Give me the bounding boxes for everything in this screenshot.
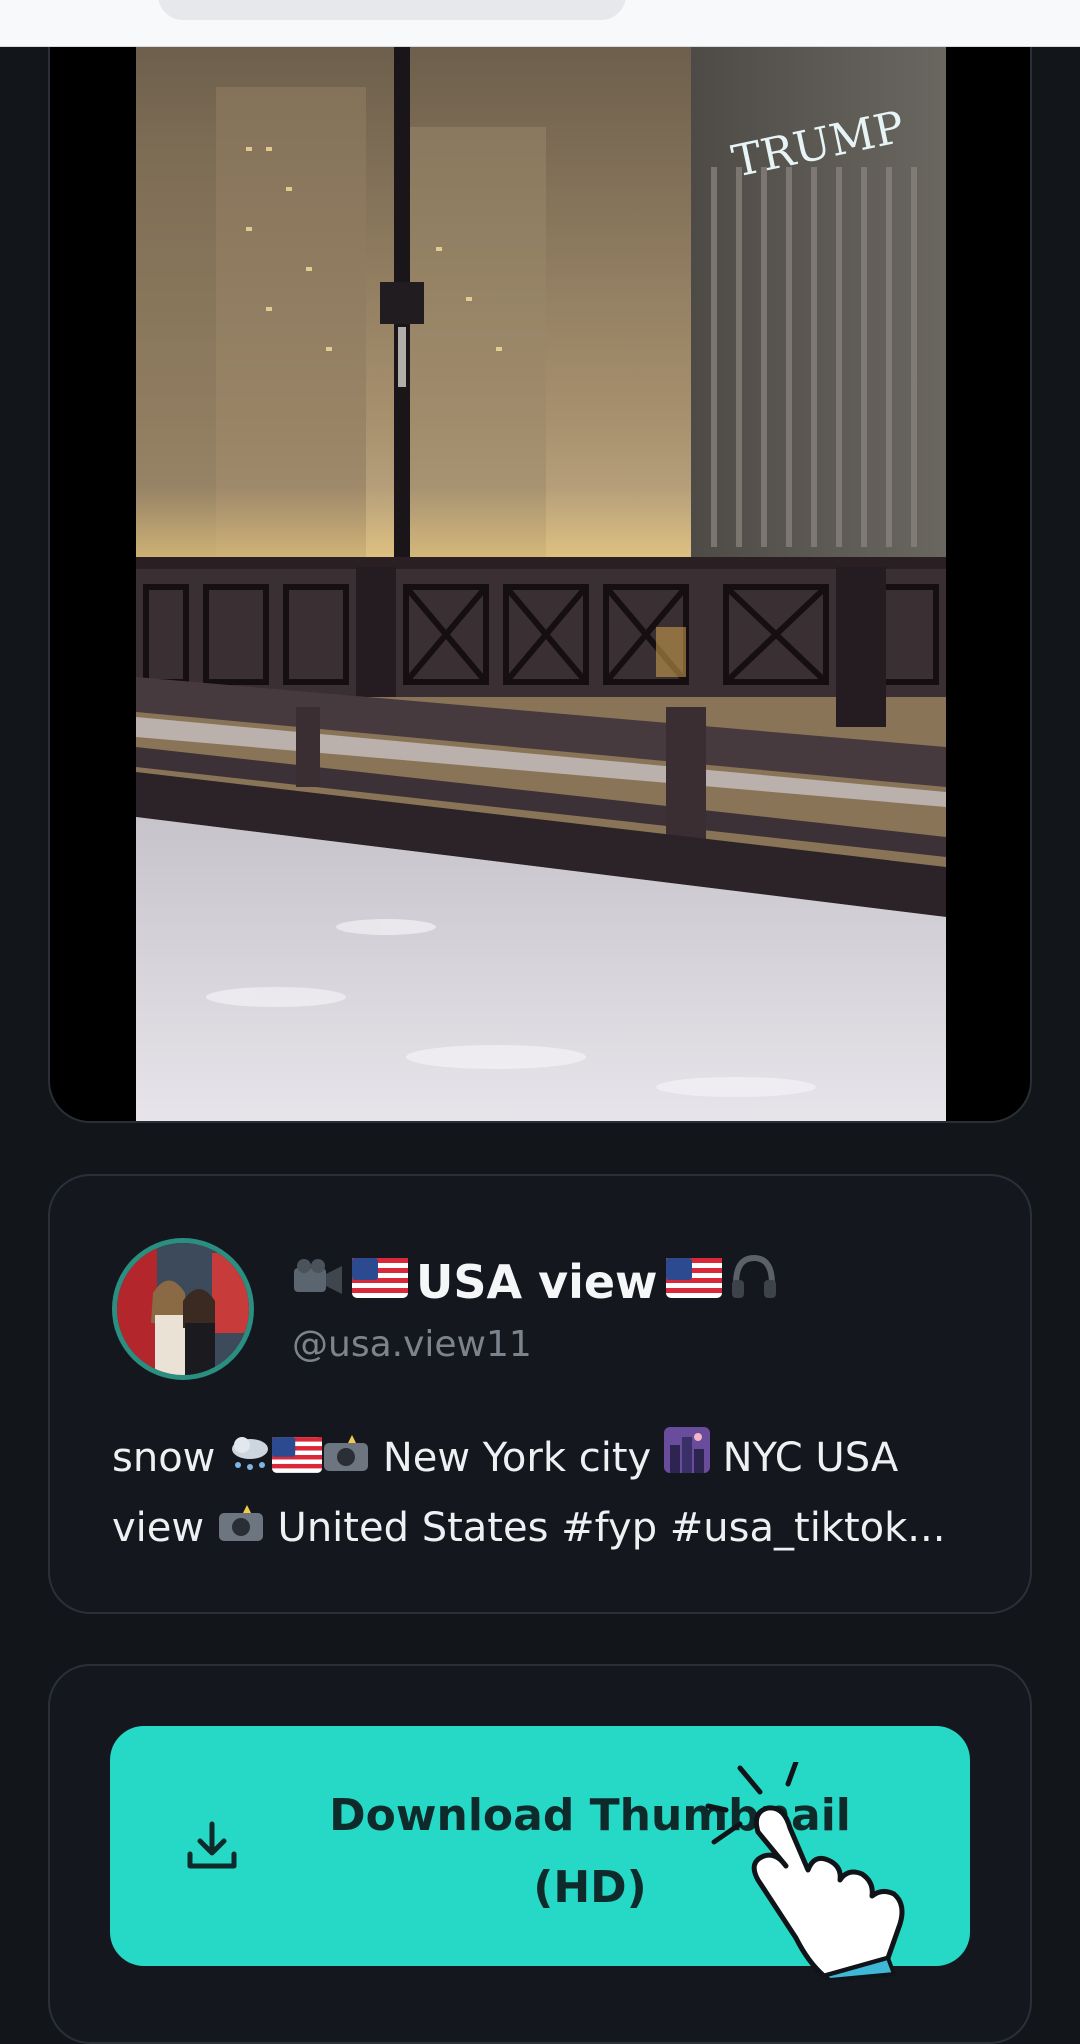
- display-name-row[interactable]: USA view: [292, 1254, 778, 1309]
- display-name: USA view: [416, 1254, 658, 1309]
- thumbnail-image: TRUMP: [136, 47, 946, 1121]
- download-card: Download Thumbnail (HD): [48, 1664, 1032, 2044]
- username[interactable]: @usa.view11: [292, 1324, 532, 1365]
- cityscape-icon: [663, 1426, 710, 1494]
- us-flag-icon: [272, 1426, 323, 1494]
- camera-flash-icon: [322, 1426, 370, 1494]
- headphones-icon: [730, 1254, 778, 1309]
- address-bar[interactable]: [158, 0, 626, 20]
- caption-text: NYC USA: [722, 1435, 899, 1481]
- caption-text: New York city: [382, 1435, 652, 1481]
- video-thumbnail[interactable]: TRUMP: [136, 47, 946, 1121]
- caption-text: United States #fyp #usa_tiktok...: [277, 1505, 946, 1551]
- video-caption: snow New York city NYC USA view United S…: [112, 1424, 992, 1564]
- profile-card: USA view @usa.view11 snow New York city …: [48, 1174, 1032, 1614]
- snow-cloud-icon: [228, 1426, 272, 1494]
- download-icon: [187, 1821, 237, 1869]
- us-flag-icon: [352, 1255, 408, 1309]
- video-camera-icon: [292, 1255, 344, 1309]
- download-thumbnail-button[interactable]: Download Thumbnail (HD): [110, 1726, 970, 1966]
- video-player[interactable]: TRUMP: [48, 47, 1032, 1123]
- browser-top-bar: [0, 0, 1080, 47]
- avatar[interactable]: [112, 1238, 254, 1380]
- us-flag-icon: [665, 1255, 722, 1309]
- caption-text: view: [112, 1505, 205, 1551]
- caption-text: snow: [112, 1435, 216, 1481]
- camera-flash-icon: [217, 1496, 265, 1564]
- avatar-image: [117, 1243, 249, 1375]
- download-button-label: Download Thumbnail (HD): [329, 1790, 851, 1913]
